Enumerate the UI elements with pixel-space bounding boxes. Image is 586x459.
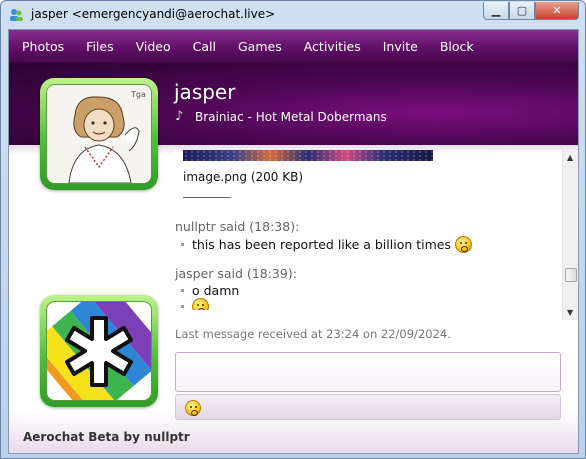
message-input-box[interactable] [175,352,561,392]
menu-bar: Photos Files Video Call Games Activities… [9,30,578,63]
message-line [181,298,209,310]
chat-window: jasper <emergencyandi@aerochat.live> ▁ ▢… [0,0,586,459]
crying-laugh-icon [192,298,209,310]
last-message-status: Last message received at 23:24 on 22/09/… [175,327,451,341]
menu-invite[interactable]: Invite [372,39,429,54]
footer-branding: Aerochat Beta by nullptr [23,430,190,444]
conversation-pane: Photos Files Video Call Games Activities… [8,29,579,454]
scroll-up-arrow-icon[interactable]: ▲ [567,153,573,162]
close-button[interactable]: ✕ [535,2,579,20]
crying-laugh-icon [455,236,472,253]
menu-call[interactable]: Call [182,39,227,54]
contact-avatar-image: Tga [47,85,151,183]
avatar-signature: Tga [130,90,146,99]
contact-avatar[interactable]: Tga [40,78,158,190]
chat-scrollbar[interactable]: ▲ ▼ [562,150,578,320]
message-line: this has been reported like a billion ti… [181,236,472,253]
message-bullet [181,243,184,246]
message-header: jasper said (18:39): [175,266,297,281]
crying-laugh-icon [185,399,201,416]
minimize-button[interactable]: ▁ [483,2,509,20]
maximize-button[interactable]: ▢ [509,2,535,20]
message-bullet [181,305,184,308]
menu-video[interactable]: Video [125,39,182,54]
scroll-down-arrow-icon[interactable]: ▼ [567,308,573,317]
emoticon-button[interactable] [181,398,205,417]
input-toolbar [175,394,561,420]
menu-files[interactable]: Files [75,39,124,54]
now-playing-text: Brainiac - Hot Metal Dobermans [195,110,387,124]
attachment-divider [183,197,231,198]
title-bar[interactable]: jasper <emergencyandi@aerochat.live> ▁ ▢… [1,1,585,29]
attachment-file-name[interactable]: image.png (200 KB) [183,170,303,184]
scroll-thumb[interactable] [565,268,577,282]
menu-games[interactable]: Games [227,39,293,54]
self-avatar[interactable] [40,295,158,407]
chat-transcript[interactable]: image.png (200 KB) nullptr said (18:38):… [174,150,578,310]
contact-name: jasper [174,80,236,104]
now-playing: ♪ Brainiac - Hot Metal Dobermans [175,109,387,125]
message-bullet [181,289,184,292]
menu-activities[interactable]: Activities [293,39,372,54]
window-controls: ▁ ▢ ✕ [483,2,579,20]
message-input[interactable] [176,353,560,391]
contacts-icon [10,9,23,21]
menu-block[interactable]: Block [429,39,485,54]
menu-photos[interactable]: Photos [22,39,75,54]
self-avatar-image [47,302,151,400]
message-line: o damn [181,283,239,298]
message-header: nullptr said (18:38): [175,219,300,234]
message-text: o damn [192,283,240,298]
attachment-image-preview[interactable] [183,150,433,161]
window-title: jasper <emergencyandi@aerochat.live> [31,7,276,21]
message-text: this has been reported like a billion ti… [192,237,451,252]
music-note-icon: ♪ [175,109,184,124]
